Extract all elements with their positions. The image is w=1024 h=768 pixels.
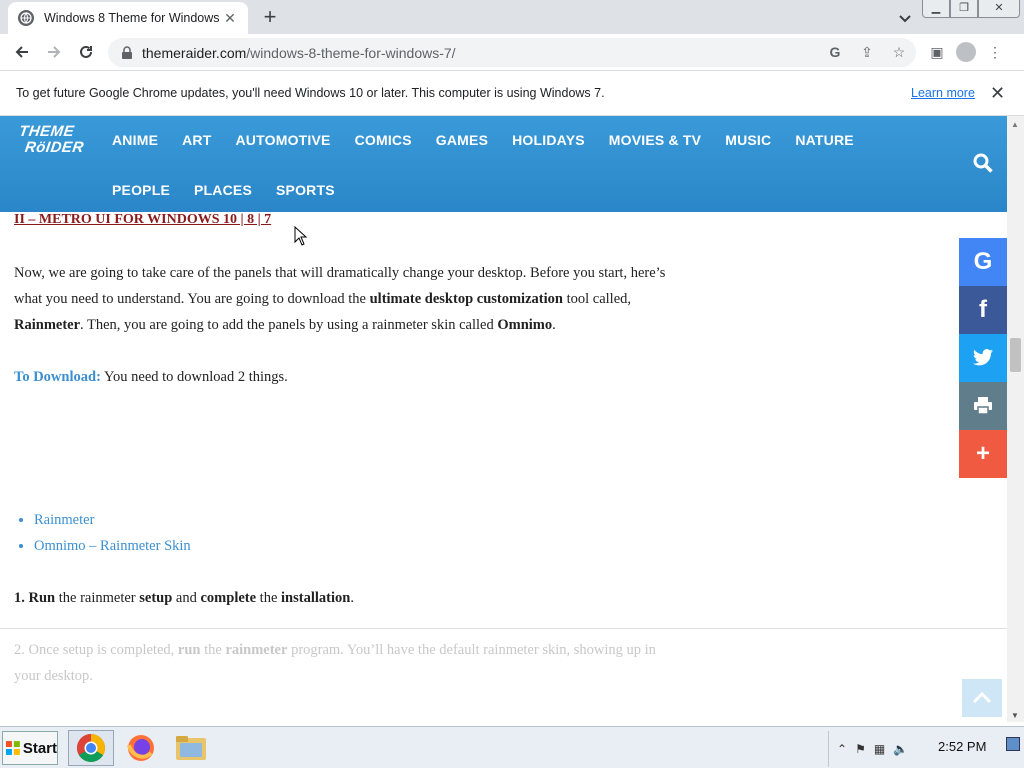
- chrome-icon: [77, 734, 105, 762]
- site-logo[interactable]: THEME RöIDER: [16, 123, 87, 156]
- link-rainmeter[interactable]: Rainmeter: [34, 507, 680, 533]
- nav-item-movies-tv[interactable]: MOVIES & TV: [597, 130, 713, 150]
- address-bar[interactable]: themeraider.com/windows-8-theme-for-wind…: [108, 38, 916, 67]
- windows-flag-icon: [5, 741, 20, 755]
- tab-title: Windows 8 Theme for Windows: [44, 11, 220, 25]
- nav-item-comics[interactable]: COMICS: [343, 130, 424, 150]
- nav-item-sports[interactable]: SPORTS: [264, 180, 347, 200]
- firefox-icon: [127, 735, 154, 761]
- nav-item-holidays[interactable]: HOLIDAYS: [500, 130, 597, 150]
- scroll-thumb[interactable]: [1010, 338, 1021, 372]
- nav-item-games[interactable]: GAMES: [424, 130, 500, 150]
- nav-item-art[interactable]: ART: [170, 130, 223, 150]
- google-translate-icon[interactable]: G: [826, 43, 844, 61]
- restore-button[interactable]: ❐: [950, 0, 978, 18]
- menu-kebab-icon[interactable]: ⋮: [982, 38, 1008, 66]
- mouse-cursor-icon: [294, 226, 308, 246]
- tab-close-icon[interactable]: ✕: [222, 10, 238, 26]
- start-label: Start: [22, 739, 57, 757]
- minimize-button[interactable]: ▁: [922, 0, 950, 18]
- back-arrow-icon: [15, 46, 28, 58]
- download-links: Rainmeter Omnimo – Rainmeter Skin: [20, 507, 680, 559]
- system-tray: ⌃ ⚑ ▦ 🔈: [828, 731, 1024, 767]
- reload-button[interactable]: [70, 36, 102, 68]
- taskbar-chrome[interactable]: [68, 730, 114, 766]
- new-tab-button[interactable]: +: [258, 6, 282, 30]
- browser-toolbar: themeraider.com/windows-8-theme-for-wind…: [0, 34, 1024, 71]
- taskbar-firefox[interactable]: [118, 730, 164, 766]
- share-icon[interactable]: ⇪: [858, 43, 876, 61]
- start-button[interactable]: Start: [2, 731, 58, 765]
- reload-icon: [80, 45, 92, 58]
- back-to-top-button[interactable]: [962, 679, 1002, 717]
- facebook-icon: f: [979, 296, 987, 323]
- back-button[interactable]: [6, 36, 38, 68]
- link-omnimo[interactable]: Omnimo – Rainmeter Skin: [34, 533, 680, 559]
- download-note: To Download: You need to download 2 thin…: [14, 369, 288, 385]
- folder-icon: [176, 736, 206, 760]
- show-desktop-button[interactable]: [1006, 737, 1020, 751]
- infobar-message: To get future Google Chrome updates, you…: [16, 86, 605, 100]
- plus-icon: +: [975, 440, 990, 467]
- scroll-down-icon[interactable]: ▼: [1011, 711, 1019, 720]
- taskbar-explorer[interactable]: [168, 730, 214, 766]
- forward-button[interactable]: [38, 36, 70, 68]
- nav-item-people[interactable]: PEOPLE: [100, 180, 182, 200]
- browser-tab[interactable]: Windows 8 Theme for Windows ✕: [8, 2, 248, 34]
- nav-item-nature[interactable]: NATURE: [783, 130, 866, 150]
- network-icon[interactable]: ▦: [874, 742, 885, 756]
- globe-icon: [18, 10, 34, 26]
- nav-item-music[interactable]: MUSIC: [713, 130, 783, 150]
- url-text: themeraider.com/windows-8-theme-for-wind…: [142, 44, 456, 61]
- side-panel-icon[interactable]: ▣: [924, 38, 950, 66]
- step-1: 1. Run the rainmeter setup and complete …: [14, 590, 354, 606]
- taskbar-clock[interactable]: 2:52 PM: [938, 739, 986, 754]
- forward-arrow-icon: [48, 46, 61, 58]
- learn-more-link[interactable]: Learn more: [911, 86, 975, 100]
- search-icon[interactable]: [972, 152, 994, 174]
- google-share-button[interactable]: G: [959, 238, 1007, 286]
- volume-icon[interactable]: 🔈: [893, 742, 908, 756]
- nav-item-automotive[interactable]: AUTOMOTIVE: [224, 130, 343, 150]
- twitter-share-button[interactable]: [959, 334, 1007, 382]
- scroll-up-icon[interactable]: ▲: [1011, 120, 1019, 129]
- nav-item-anime[interactable]: ANIME: [100, 130, 170, 150]
- section-heading-link[interactable]: II – METRO UI FOR WINDOWS 10 | 8 | 7: [14, 212, 271, 228]
- facebook-share-button[interactable]: f: [959, 286, 1007, 334]
- nav-item-places[interactable]: PLACES: [182, 180, 264, 200]
- update-infobar: To get future Google Chrome updates, you…: [0, 71, 1024, 116]
- windows-taskbar: Start ⌃ ⚑ ▦ 🔈 2:52 PM: [0, 726, 1024, 768]
- step-2: 2. Once setup is completed, run the rain…: [14, 642, 656, 684]
- profile-avatar[interactable]: [956, 42, 976, 62]
- action-center-icon[interactable]: ⚑: [855, 742, 866, 756]
- more-share-button[interactable]: +: [959, 430, 1007, 478]
- google-icon: G: [973, 248, 993, 275]
- infobar-close-icon[interactable]: ✕: [990, 83, 1005, 104]
- bookmark-star-icon[interactable]: ☆: [890, 43, 908, 61]
- page-scrollbar[interactable]: ▲ ▼: [1007, 116, 1024, 722]
- social-share-bar: G f +: [959, 238, 1007, 478]
- lock-icon: [122, 45, 132, 59]
- window-controls: ▁ ❐ ✕: [922, 0, 1020, 18]
- tab-strip: Windows 8 Theme for Windows ✕ + ▁ ❐ ✕: [0, 0, 1024, 34]
- print-share-button[interactable]: [959, 382, 1007, 430]
- twitter-icon: [972, 349, 994, 366]
- print-icon: [974, 397, 992, 415]
- tray-expand-icon[interactable]: ⌃: [837, 742, 847, 756]
- site-header: THEME RöIDER ANIME ART AUTOMOTIVE COMICS…: [0, 116, 1007, 212]
- close-window-button[interactable]: ✕: [978, 0, 1020, 18]
- intro-paragraph: Now, we are going to take care of the pa…: [14, 265, 666, 333]
- tab-search-icon[interactable]: [896, 9, 914, 27]
- chevron-up-icon: [972, 692, 992, 704]
